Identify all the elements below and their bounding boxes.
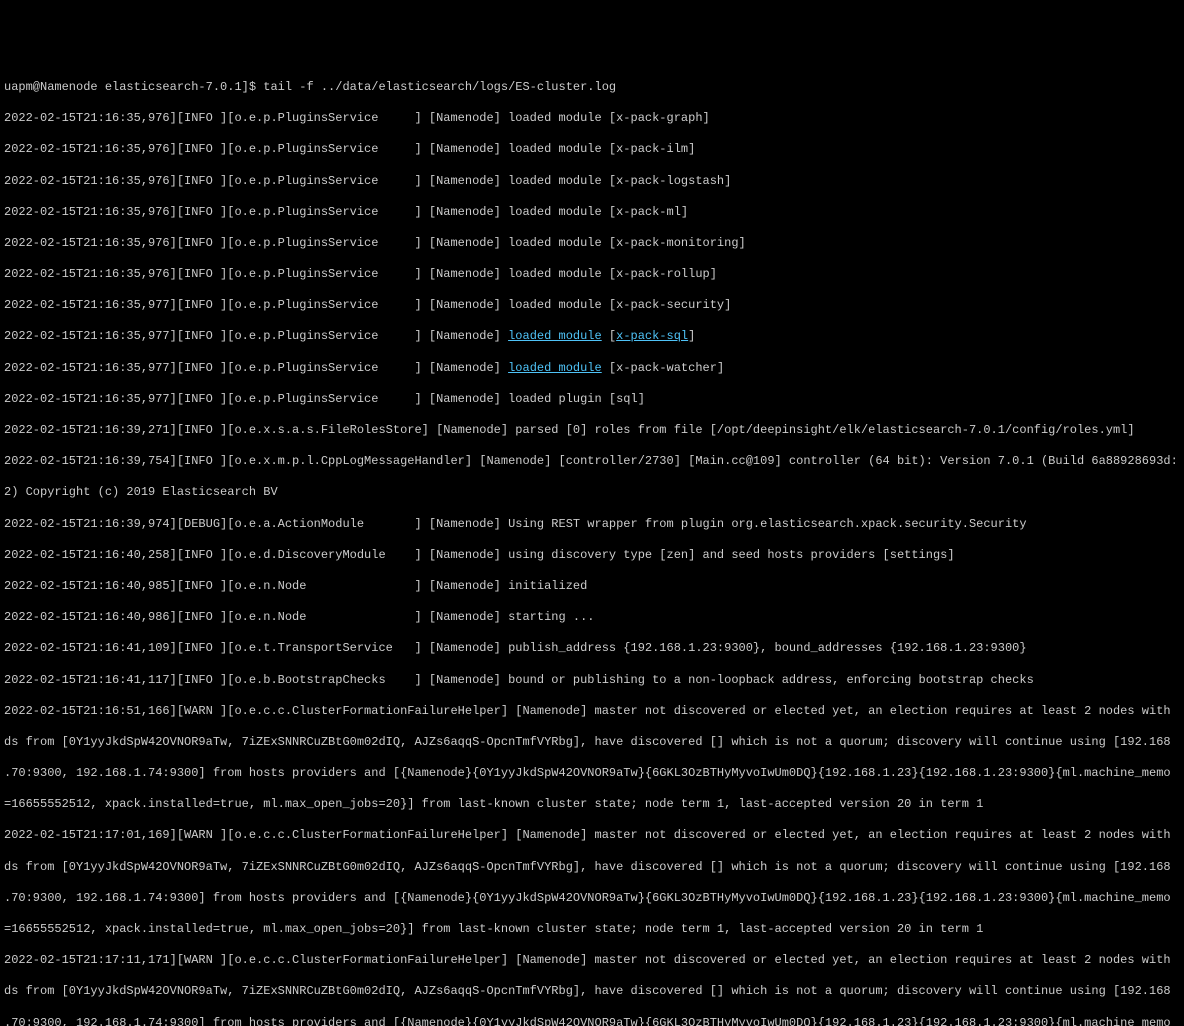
highlight-text: loaded module (508, 361, 602, 375)
log-line: .70:9300, 192.168.1.74:9300] from hosts … (4, 891, 1180, 907)
log-line: 2022-02-15T21:16:40,986][INFO ][o.e.n.No… (4, 610, 1180, 626)
log-line: 2022-02-15T21:16:35,976][INFO ][o.e.p.Pl… (4, 236, 1180, 252)
terminal-output[interactable]: uapm@Namenode elasticsearch-7.0.1]$ tail… (4, 64, 1180, 1026)
log-prefix: 2022-02-15T21:16:35,977][INFO ][o.e.p.Pl… (4, 361, 508, 375)
command-prompt: uapm@Namenode elasticsearch-7.0.1]$ tail… (4, 80, 1180, 96)
log-line: .70:9300, 192.168.1.74:9300] from hosts … (4, 766, 1180, 782)
log-line: 2022-02-15T21:16:39,974][DEBUG][o.e.a.Ac… (4, 517, 1180, 533)
log-prefix: 2022-02-15T21:16:35,977][INFO ][o.e.p.Pl… (4, 329, 508, 343)
log-line: 2022-02-15T21:16:39,271][INFO ][o.e.x.s.… (4, 423, 1180, 439)
log-line: 2022-02-15T21:16:35,976][INFO ][o.e.p.Pl… (4, 111, 1180, 127)
log-line: 2022-02-15T21:16:35,976][INFO ][o.e.p.Pl… (4, 174, 1180, 190)
log-line: 2022-02-15T21:16:35,977][INFO ][o.e.p.Pl… (4, 298, 1180, 314)
log-line: ds from [0Y1yyJkdSpW42OVNOR9aTw, 7iZExSN… (4, 735, 1180, 751)
log-suffix: [x-pack-watcher] (602, 361, 724, 375)
log-mid: [ (602, 329, 616, 343)
log-line: 2022-02-15T21:16:35,976][INFO ][o.e.p.Pl… (4, 267, 1180, 283)
log-suffix: ] (688, 329, 695, 343)
log-line: 2022-02-15T21:16:35,976][INFO ][o.e.p.Pl… (4, 142, 1180, 158)
log-line-highlighted: 2022-02-15T21:16:35,977][INFO ][o.e.p.Pl… (4, 361, 1180, 377)
log-line: 2022-02-15T21:16:51,166][WARN ][o.e.c.c.… (4, 704, 1180, 720)
log-line: 2022-02-15T21:16:39,754][INFO ][o.e.x.m.… (4, 454, 1180, 470)
log-line: 2022-02-15T21:16:41,109][INFO ][o.e.t.Tr… (4, 641, 1180, 657)
log-line: ds from [0Y1yyJkdSpW42OVNOR9aTw, 7iZExSN… (4, 860, 1180, 876)
log-line: 2022-02-15T21:16:40,985][INFO ][o.e.n.No… (4, 579, 1180, 595)
log-line: 2022-02-15T21:17:11,171][WARN ][o.e.c.c.… (4, 953, 1180, 969)
highlight-text: loaded module (508, 329, 602, 343)
log-line-highlighted: 2022-02-15T21:16:35,977][INFO ][o.e.p.Pl… (4, 329, 1180, 345)
log-line: 2022-02-15T21:16:35,976][INFO ][o.e.p.Pl… (4, 205, 1180, 221)
log-line: .70:9300, 192.168.1.74:9300] from hosts … (4, 1016, 1180, 1026)
log-line: 2022-02-15T21:17:01,169][WARN ][o.e.c.c.… (4, 828, 1180, 844)
log-line: ds from [0Y1yyJkdSpW42OVNOR9aTw, 7iZExSN… (4, 984, 1180, 1000)
log-line: 2022-02-15T21:16:41,117][INFO ][o.e.b.Bo… (4, 673, 1180, 689)
log-line: 2) Copyright (c) 2019 Elasticsearch BV (4, 485, 1180, 501)
log-line: 2022-02-15T21:16:35,977][INFO ][o.e.p.Pl… (4, 392, 1180, 408)
highlight-text: x-pack-sql (616, 329, 688, 343)
log-line: =16655552512, xpack.installed=true, ml.m… (4, 797, 1180, 813)
log-line: =16655552512, xpack.installed=true, ml.m… (4, 922, 1180, 938)
log-line: 2022-02-15T21:16:40,258][INFO ][o.e.d.Di… (4, 548, 1180, 564)
